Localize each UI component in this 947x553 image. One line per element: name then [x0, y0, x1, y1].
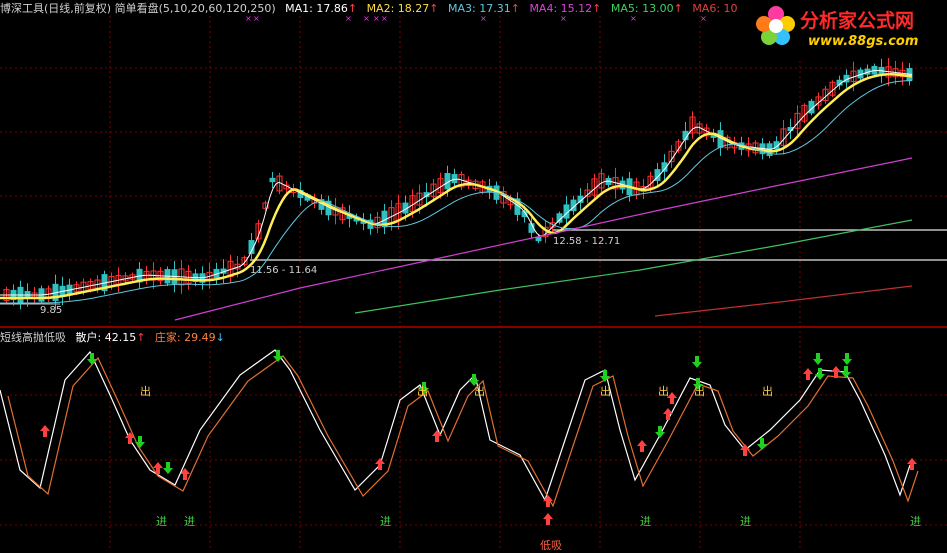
ma5-value: MA5: 13.00↑ [610, 2, 683, 15]
buy-arrow-icon [432, 430, 442, 442]
sell-arrow-shape [813, 353, 823, 365]
banker-label: 庄家: 29.49 [154, 331, 216, 344]
buy-arrow-shape [125, 432, 135, 444]
banker-value: 庄家: 29.49↓ [155, 331, 225, 344]
signal-in: 进 [184, 515, 195, 528]
stock-chart-window: × × × × × × × × × × 博深工具(日线,前复权) 简单看盘(5,10,20,60,… [0, 0, 947, 552]
signal-in: 进 [380, 515, 391, 528]
buy-arrow-icon [543, 513, 553, 525]
ma4-line [174, 157, 913, 321]
buy-arrow-shape [803, 368, 813, 380]
signal-in: 进 [910, 515, 921, 528]
signal-out: 出 [658, 385, 669, 398]
sell-arrow-shape [273, 350, 283, 362]
site-logo: 分析家公式网 www.88gs.com [750, 0, 947, 58]
retail-label: 散户: 42.15 [75, 331, 137, 344]
candle-body [269, 177, 276, 183]
buy-arrow-shape [663, 408, 673, 420]
sell-arrow-shape [135, 436, 145, 448]
price-label-low: 9.85 [40, 305, 63, 316]
ma1-value: MA1: 17.86↑ [285, 2, 358, 15]
ma3-value: MA3: 17.31↑ [448, 2, 520, 15]
flower-logo-icon [756, 6, 795, 45]
sell-arrow-icon [842, 353, 852, 365]
buy-arrow-icon [40, 425, 50, 437]
chart-title: 博深工具(日线,前复权) 简单看盘(5,10,20,60,120,250) [0, 2, 276, 15]
logo-title: 分析家公式网 [800, 10, 915, 32]
price-label-range1: 11.56 - 11.64 [250, 265, 318, 276]
candlestick-series [3, 57, 913, 311]
buy-arrow-shape [40, 425, 50, 437]
signal-in: 进 [156, 515, 167, 528]
chart-header: 博深工具(日线,前复权) 简单看盘(5,10,20,60,120,250) MA… [0, 0, 744, 16]
buy-arrow-shape [432, 430, 442, 442]
moving-average-lines [0, 70, 913, 321]
banker-arrow: ↓ [215, 331, 225, 344]
signal-in: 进 [640, 515, 651, 528]
banker-line [7, 355, 919, 508]
signal-out: 出 [600, 385, 611, 398]
sell-arrow-icon [841, 366, 851, 378]
buy-arrow-icon [803, 368, 813, 380]
price-label-range2: 12.58 - 12.71 [553, 236, 621, 247]
buy-arrow-shape [543, 513, 553, 525]
candle-body [451, 174, 458, 184]
sell-arrow-shape [163, 462, 173, 474]
sell-arrow-icon [163, 462, 173, 474]
retail-arrow: ↑ [136, 331, 146, 344]
indicator-header: 短线高抛低吸 散户: 42.15↑ 庄家: 29.49↓ [0, 329, 231, 345]
signal-out: 出 [762, 385, 773, 398]
signal-in: 进 [740, 515, 751, 528]
indicator-title: 短线高抛低吸 [0, 331, 66, 344]
chart-grid [0, 16, 947, 549]
buy-arrow-icon [637, 440, 647, 452]
ma6-line [654, 285, 913, 317]
signal-out: 出 [694, 385, 705, 398]
chart-canvas[interactable]: × × × × × × × × × × [0, 0, 947, 549]
sell-arrow-icon [813, 353, 823, 365]
ma6-value: MA6: 10 [692, 2, 738, 15]
buy-arrow-icon [663, 408, 673, 420]
buy-arrow-shape [637, 440, 647, 452]
ma4-value: MA4: 15.12↑ [529, 2, 602, 15]
buy-arrow-shape [543, 495, 553, 507]
logo-url: www.88gs.com [808, 34, 919, 49]
sell-arrow-shape [841, 366, 851, 378]
sell-arrow-shape [842, 353, 852, 365]
sell-arrow-icon [273, 350, 283, 362]
sell-arrow-icon [135, 436, 145, 448]
buy-arrow-icon [543, 495, 553, 507]
oscillator-panel [0, 349, 919, 508]
ma2-value: MA2: 18.27↑ [366, 2, 439, 15]
signal-out: 出 [474, 385, 485, 398]
signal-low: 低吸 [540, 539, 562, 552]
retail-value: 散户: 42.15↑ [76, 331, 146, 344]
signal-out: 出 [417, 385, 428, 398]
ma5-line [354, 219, 913, 314]
candle-body [535, 236, 542, 242]
signal-out: 出 [140, 385, 151, 398]
buy-arrow-icon [125, 432, 135, 444]
